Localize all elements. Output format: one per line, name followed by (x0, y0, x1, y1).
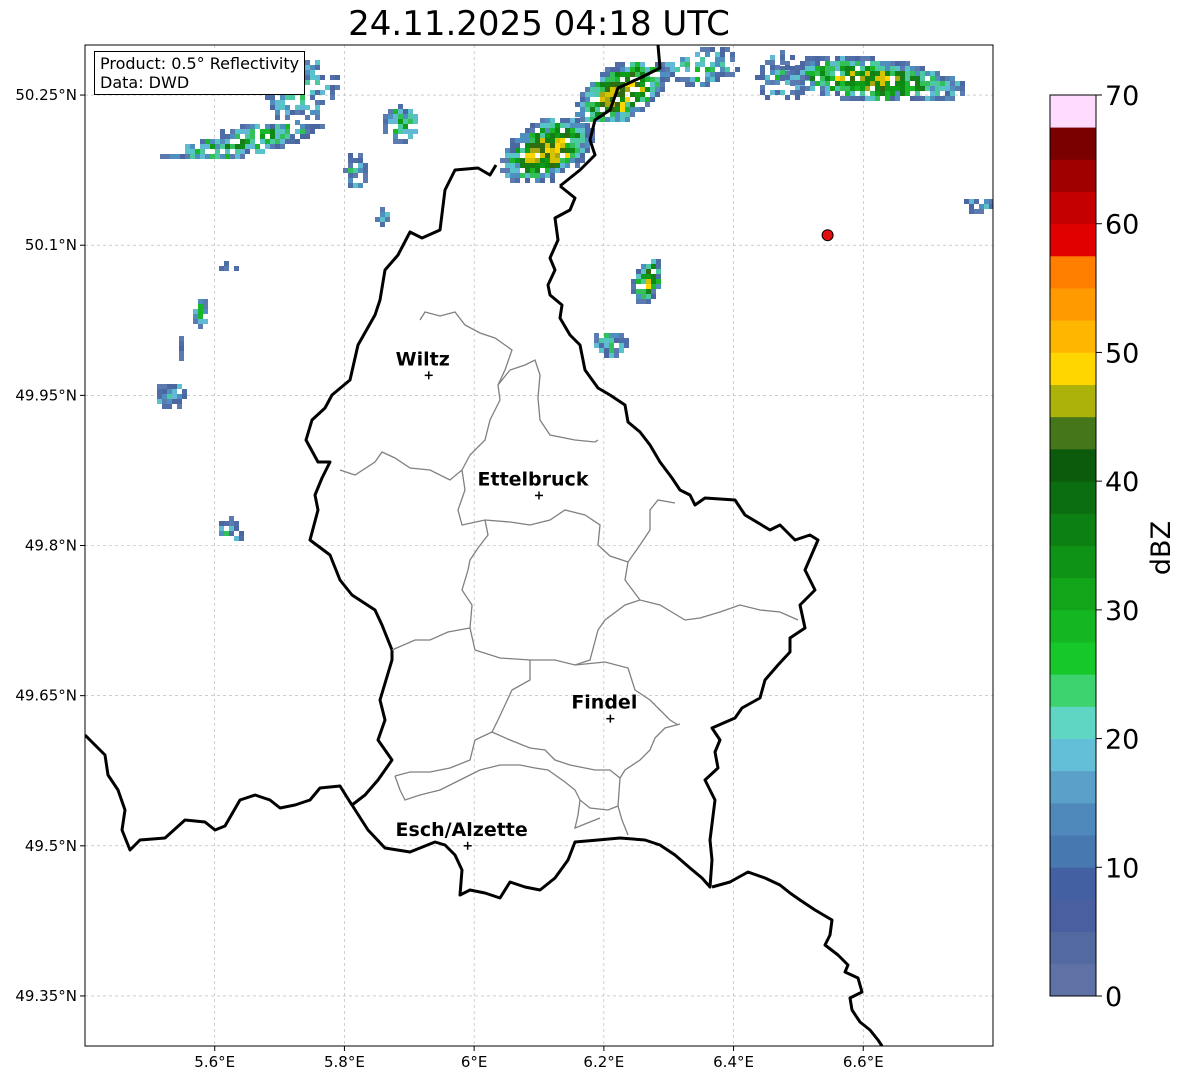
colorbar-tick-label: 40 (1105, 467, 1139, 498)
lat-lon-grid (85, 45, 993, 1046)
lon-tick-label: 5.6°E (194, 1053, 235, 1071)
colorbar-swatch (1050, 802, 1096, 836)
colorbar-tick-label: 60 (1105, 210, 1139, 241)
product-info-box: Product: 0.5° Reflectivity Data: DWD (94, 51, 306, 95)
city-markers: Wiltz Ettelbruck Findel Esch/Alzette (396, 348, 637, 850)
colorbar-tick-label: 20 (1105, 725, 1139, 756)
lon-tick-label: 6.4°E (713, 1053, 754, 1071)
colorbar-swatch (1050, 706, 1096, 739)
lon-tick-label: 6.2°E (583, 1053, 624, 1071)
map-title: 24.11.2025 04:18 UTC (348, 4, 730, 44)
colorbar-swatch (1050, 191, 1096, 225)
radar-site-marker (821, 229, 834, 242)
colorbar-swatch (1050, 352, 1096, 386)
city-label: Esch/Alzette (396, 819, 528, 841)
city-label: Wiltz (396, 348, 450, 370)
lon-tick-label: 6°E (461, 1053, 488, 1071)
lat-tick-label: 49.35°N (15, 987, 77, 1005)
product-label: Product: 0.5° Reflectivity (100, 54, 300, 73)
lat-tick-label: 50.25°N (15, 86, 77, 104)
colorbar-swatch (1050, 95, 1096, 128)
colorbar-swatch (1050, 416, 1096, 450)
colorbar-swatch (1050, 288, 1096, 321)
german-french-border (711, 870, 884, 1046)
colorbar-tick-label: 70 (1105, 81, 1139, 112)
colorbar-swatch (1050, 384, 1096, 418)
lon-tick-label: 6.6°E (843, 1053, 884, 1071)
colorbar-swatch (1050, 448, 1096, 482)
axis-ticks: 5.6°E 5.8°E 6°E 6.2°E 6.4°E 6.6°E 50.25°N 50.1°… (15, 86, 883, 1071)
lat-tick-label: 49.95°N (15, 386, 77, 404)
colorbar-swatch (1050, 642, 1096, 675)
lat-tick-label: 49.65°N (15, 687, 77, 705)
luxembourg-border (304, 164, 820, 900)
colorbar-swatch (1050, 577, 1096, 611)
colorbar-swatch (1050, 899, 1096, 933)
city-label: Findel (571, 692, 637, 714)
radar-map: WiltzEttelbruckFindelEsch/Alzette 5.6°E 5… (15, 44, 1177, 1071)
lat-tick-label: 49.5°N (25, 837, 77, 855)
french-belgian-border (85, 733, 354, 852)
city-label: Ettelbruck (478, 468, 589, 490)
colorbar-swatch (1050, 545, 1096, 579)
colorbar: 0 10 20 30 40 50 60 70 (1049, 81, 1139, 1013)
lon-tick-label: 5.8°E (324, 1053, 365, 1071)
colorbar-swatch (1050, 674, 1096, 707)
colorbar-swatch (1050, 963, 1096, 997)
colorbar-tick-label: 10 (1105, 853, 1139, 884)
colorbar-swatch (1050, 609, 1096, 643)
colorbar-tick-label: 30 (1105, 596, 1139, 627)
colorbar-label: dBZ (1146, 521, 1177, 575)
radar-echoes (157, 47, 993, 541)
plot-frame (84, 44, 994, 1047)
colorbar-swatch (1050, 159, 1096, 192)
colorbar-tick-label: 0 (1105, 982, 1122, 1013)
data-source-label: Data: DWD (100, 73, 190, 92)
colorbar-swatch (1050, 513, 1096, 546)
lat-tick-label: 49.8°N (25, 537, 77, 555)
colorbar-swatch (1050, 835, 1096, 868)
colorbar-swatch (1050, 223, 1096, 257)
colorbar-swatch (1050, 931, 1096, 965)
colorbar-swatch (1050, 738, 1096, 772)
colorbar-swatch (1050, 127, 1096, 160)
canton-boundaries (339, 311, 799, 836)
lat-tick-label: 50.1°N (25, 236, 77, 254)
colorbar-swatch (1050, 320, 1096, 353)
colorbar-swatch (1050, 770, 1096, 804)
colorbar-swatch (1050, 255, 1096, 289)
colorbar-tick-label: 50 (1105, 338, 1139, 369)
colorbar-swatch (1050, 481, 1096, 514)
colorbar-swatch (1050, 867, 1096, 900)
